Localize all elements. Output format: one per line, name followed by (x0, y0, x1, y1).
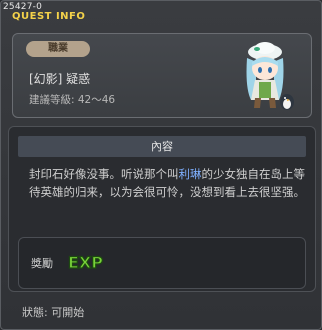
quest-status: 狀態: 可開始 (22, 306, 85, 319)
reward-panel: 獎勵 EXP (18, 237, 306, 289)
npc-name-highlight: 利琳 (178, 167, 202, 181)
description-text-start: 封印石好像没事。听说那个叫 (29, 167, 179, 181)
exp-text: EXP (68, 253, 103, 272)
quest-name: [幻影] 疑惑 (29, 72, 91, 86)
reward-label: 獎勵 (31, 257, 53, 270)
quest-description: 封印石好像没事。听说那个叫利琳的少女独自在岛上等待英雄的归来，以为会很可怜，没想… (29, 165, 309, 201)
quest-info-window: 25427-0 QUEST INFO 職業 [幻影] 疑惑 建議等級: 42～4… (0, 0, 322, 330)
job-panel: 職業 [幻影] 疑惑 建議等級: 42～46 (12, 33, 312, 118)
content-header: 內容 (18, 136, 306, 157)
exp-reward-icon[interactable]: EXP (67, 250, 103, 272)
character-avatar-icon (246, 42, 294, 110)
job-badge: 職業 (26, 41, 90, 57)
title-bar[interactable]: 25427-0 QUEST INFO (1, 1, 322, 23)
window-title: QUEST INFO (12, 11, 86, 22)
recommended-level: 建議等級: 42～46 (29, 94, 116, 106)
